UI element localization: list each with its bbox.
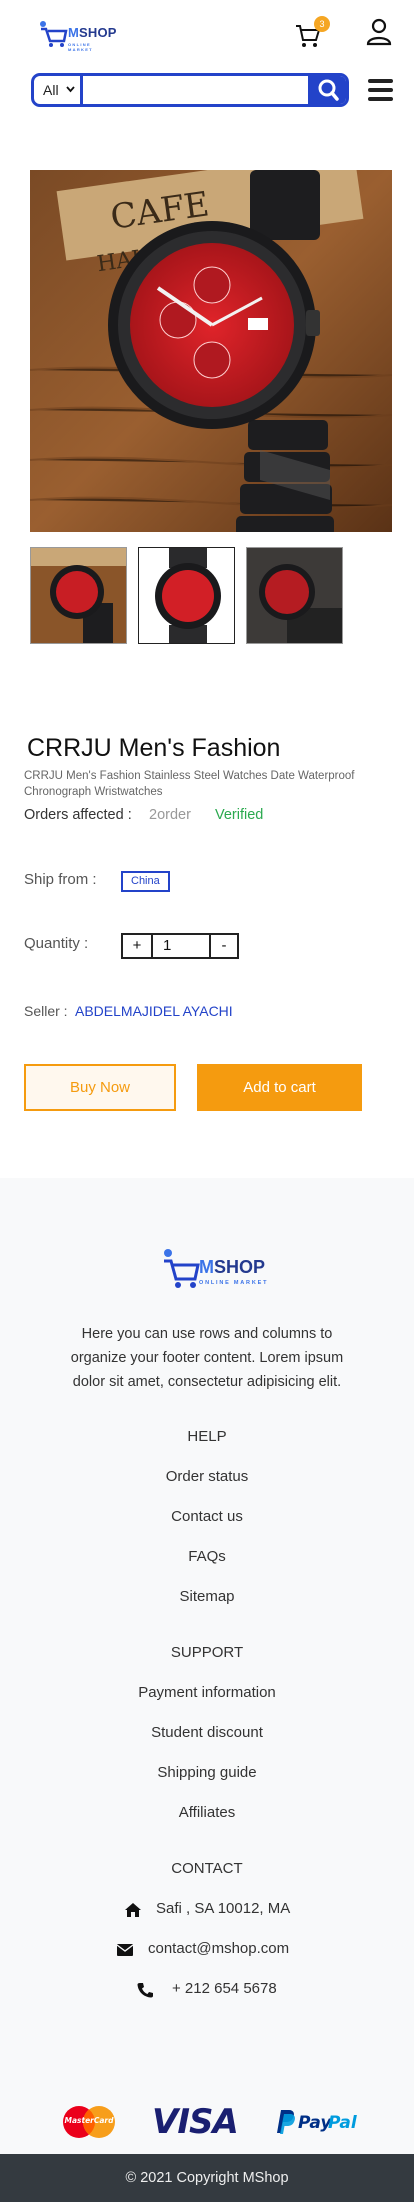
contact-phone-text: + 212 654 5678 <box>172 1980 277 1997</box>
search-icon <box>318 79 339 101</box>
logo-word-m: M <box>68 25 80 40</box>
paypal-label-pal: Pal <box>328 2113 357 2133</box>
orders-value: 2order <box>149 807 191 823</box>
footer-link-payment-information[interactable]: Payment information <box>0 1684 414 1701</box>
search-bar: All <box>31 73 349 107</box>
ship-from-option[interactable]: China <box>121 871 170 892</box>
quantity-input[interactable]: 1 <box>155 935 209 957</box>
buy-now-button[interactable]: Buy Now <box>24 1064 176 1111</box>
footer-logo-word-m: M <box>199 1257 214 1277</box>
contact-email[interactable]: contact@mshop.com <box>0 1940 414 1962</box>
quantity-decrease-button[interactable]: - <box>209 935 237 957</box>
footer-link-order-status[interactable]: Order status <box>0 1468 414 1485</box>
visa-logo: VISA <box>152 2102 239 2142</box>
contact-email-text: contact@mshop.com <box>148 1940 290 1957</box>
footer-link-contact-us[interactable]: Contact us <box>0 1508 414 1525</box>
contact-address-text: Safi , SA 10012, MA <box>156 1900 291 1917</box>
search-button[interactable] <box>308 76 346 104</box>
cart-count-badge: 3 <box>314 16 330 32</box>
home-icon <box>125 1903 141 1917</box>
payment-methods: MasterCard VISA Pay Pal <box>0 2088 414 2154</box>
add-to-cart-button[interactable]: Add to cart <box>197 1064 362 1111</box>
phone-icon <box>137 1983 153 1998</box>
footer-logo-subtitle: ONLINE MARKET <box>199 1280 269 1286</box>
paypal-icon <box>277 2110 295 2134</box>
seller-link[interactable]: ABDELMAJIDEL AYACHI <box>75 1003 233 1019</box>
quantity-stepper: + 1 - <box>121 933 239 959</box>
logo-word-shop: SHOP <box>79 25 117 40</box>
envelope-icon <box>116 1944 134 1956</box>
copyright: © 2021 Copyright MShop <box>0 2154 414 2202</box>
product-title: CRRJU Men's Fashion <box>27 734 281 762</box>
quantity-label: Quantity : <box>24 935 89 952</box>
footer-logo[interactable]: MSHOP ONLINE MARKET <box>161 1247 279 1295</box>
quantity-increase-button[interactable]: + <box>123 935 153 957</box>
header: MSHOP ONLINE MARKET 3 All <box>0 0 414 120</box>
footer-logo-word-shop: SHOP <box>214 1257 266 1277</box>
logo[interactable]: MSHOP ONLINE MARKET <box>38 17 117 52</box>
cart-logo-icon <box>40 21 68 47</box>
contact-phone[interactable]: + 212 654 5678 <box>0 1980 414 2002</box>
footer-link-affiliates[interactable]: Affiliates <box>0 1804 414 1821</box>
contact-address: Safi , SA 10012, MA <box>0 1900 414 1922</box>
footer-help-title: HELP <box>187 1428 227 1445</box>
chevron-down-icon <box>66 86 75 93</box>
account-button[interactable] <box>366 18 394 48</box>
verified-badge: Verified <box>215 807 264 823</box>
mastercard-label: MasterCard <box>64 2116 114 2125</box>
cart-logo-icon <box>164 1249 200 1288</box>
footer-link-faqs[interactable]: FAQs <box>0 1548 414 1565</box>
watch-thumbnail-image <box>247 548 342 643</box>
search-category-value: All <box>43 82 59 98</box>
watch-thumbnail-image <box>31 548 126 643</box>
logo-subtitle: ONLINE MARKET <box>68 42 93 52</box>
cart-button[interactable]: 3 <box>294 16 330 50</box>
footer-link-shipping-guide[interactable]: Shipping guide <box>0 1764 414 1781</box>
paypal-label-pay: Pay <box>298 2113 332 2133</box>
ship-from-label: Ship from : <box>24 871 97 888</box>
search-input[interactable] <box>86 76 298 104</box>
footer-support-title: SUPPORT <box>170 1644 244 1661</box>
menu-button[interactable] <box>368 79 394 103</box>
mastercard-logo: MasterCard <box>61 2105 117 2139</box>
watch-image: CAFE HAUT <box>30 170 392 532</box>
footer-link-sitemap[interactable]: Sitemap <box>0 1588 414 1605</box>
search-category-select[interactable]: All <box>34 76 83 104</box>
product-main-image: CAFE HAUT <box>30 170 392 532</box>
footer-description: Here you can use rows and columns to org… <box>70 1326 344 1390</box>
thumbnail-1[interactable] <box>30 547 127 644</box>
thumbnail-2[interactable] <box>138 547 235 644</box>
thumbnail-3[interactable] <box>246 547 343 644</box>
menu-icon <box>368 79 393 83</box>
product-description: CRRJU Men's Fashion Stainless Steel Watc… <box>24 770 355 798</box>
user-icon <box>366 18 392 46</box>
paypal-logo: Pay Pal <box>276 2108 358 2138</box>
footer-link-student-discount[interactable]: Student discount <box>0 1724 414 1741</box>
footer-contact-title: CONTACT <box>171 1860 243 1877</box>
orders-label: Orders affected : <box>24 807 132 823</box>
seller-label: Seller : <box>24 1003 68 1019</box>
watch-thumbnail-image <box>139 548 234 643</box>
